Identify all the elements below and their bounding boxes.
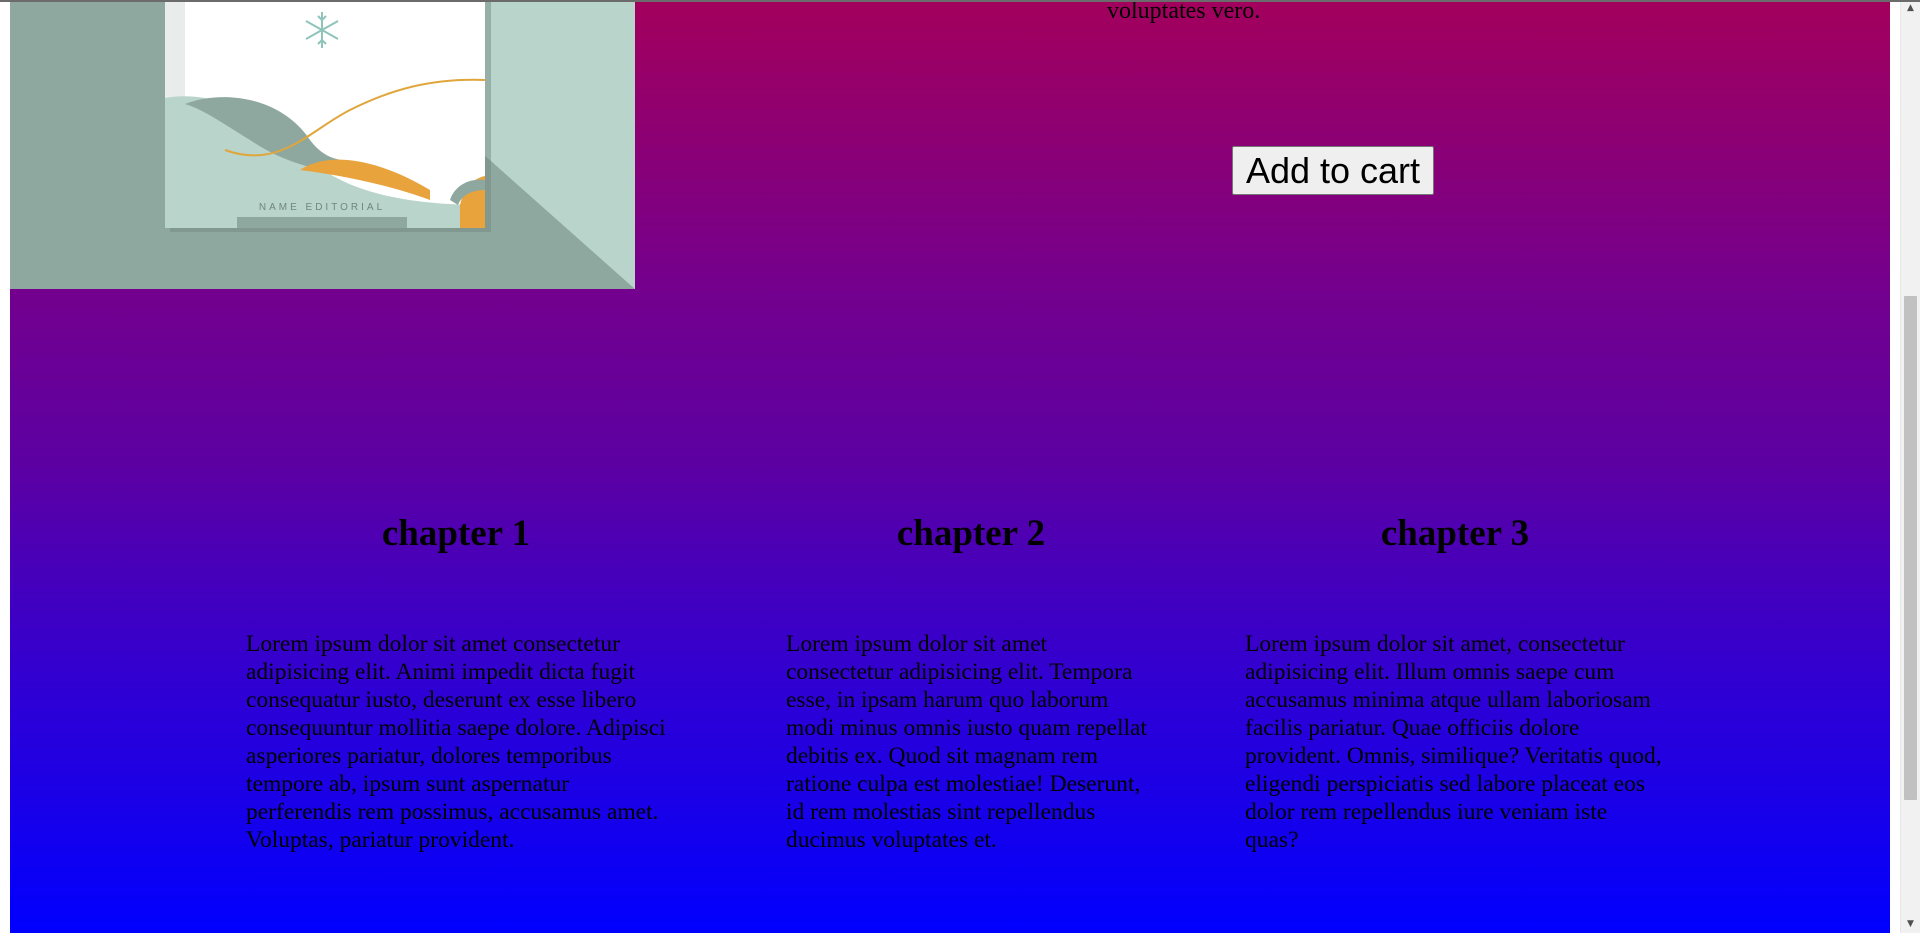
window-top-border (0, 0, 1920, 2)
chapter-body: Lorem ipsum dolor sit amet, consectetur … (1245, 631, 1662, 853)
description-tail-text: voluptates vero. (1107, 0, 1261, 24)
cover-publisher-text: NAME EDITORIAL (259, 202, 385, 213)
chapter-card: chapter 2 Lorem ipsum dolor sit amet con… (786, 508, 1156, 853)
chapter-card: chapter 3 Lorem ipsum dolor sit amet, co… (1245, 508, 1665, 853)
chapter-card: chapter 1 Lorem ipsum dolor sit amet con… (246, 508, 666, 853)
book-cover-image: NAME EDITORIAL (10, 0, 635, 289)
chapters-section: chapter 1 Lorem ipsum dolor sit amet con… (10, 508, 1890, 908)
vertical-scrollbar[interactable]: ▲ ▼ (1900, 0, 1920, 933)
chapter-title: chapter 2 (896, 513, 1046, 554)
scrollbar-thumb[interactable] (1904, 296, 1917, 800)
add-to-cart-button[interactable]: Add to cart (1232, 146, 1434, 195)
chapter-body: Lorem ipsum dolor sit amet consectetur a… (786, 631, 1147, 853)
chapter-title: chapter 3 (1380, 513, 1530, 554)
chapter-title: chapter 1 (381, 513, 531, 554)
arrow-up-icon[interactable]: ▲ (1901, 0, 1920, 17)
page-content: NAME EDITORIAL voluptates vero. Add to c… (10, 0, 1890, 933)
arrow-down-icon[interactable]: ▼ (1901, 916, 1920, 933)
chapter-body: Lorem ipsum dolor sit amet consectetur a… (246, 631, 666, 853)
